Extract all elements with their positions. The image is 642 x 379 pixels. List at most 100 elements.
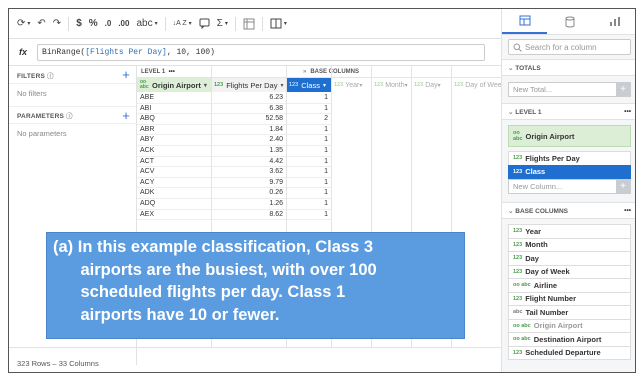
group-drop-zone[interactable]: oo abc Origin Airport — [508, 125, 631, 147]
totals-header[interactable]: ⌄ TOTALS — [502, 59, 635, 76]
chevron-down-icon: ▾ — [359, 82, 363, 89]
base-column-item[interactable]: 123 Month — [508, 237, 631, 252]
currency-label: $ — [76, 18, 82, 29]
sum-button[interactable]: Σ ▾ — [217, 18, 228, 29]
table-cell-airport[interactable]: ACK — [140, 146, 210, 157]
table-cell-cls[interactable]: 1 — [286, 167, 328, 178]
base-column-item-label: Destination Airport — [533, 334, 602, 344]
table-cell-airport[interactable]: ACY — [140, 178, 210, 189]
table-cell-airport[interactable]: AEX — [140, 210, 210, 221]
table-cell-airport[interactable]: ACV — [140, 167, 210, 178]
table-cell-cls[interactable]: 1 — [286, 178, 328, 189]
column-header-base[interactable]: 123 Year ▾ — [331, 78, 371, 92]
column-header-origin-airport[interactable]: oo abc Origin Airport ▾ — [137, 78, 211, 92]
base-column-item[interactable]: 123 Scheduled Departure — [508, 345, 631, 360]
base-column-item[interactable]: 123 Day of Week — [508, 264, 631, 279]
table-cell-cls[interactable]: 1 — [286, 199, 328, 210]
table-cell-airport[interactable]: ABQ — [140, 114, 210, 125]
column-item-class[interactable]: 123 Class — [508, 164, 631, 179]
table-cell-airport[interactable]: ACT — [140, 157, 210, 168]
base-column-item[interactable]: oo abc Airline — [508, 278, 631, 293]
table-cell-cls[interactable]: 1 — [286, 135, 328, 146]
percent-format-button[interactable]: % — [89, 18, 98, 29]
level-section-header[interactable]: ⌄ LEVEL 1 ••• — [502, 103, 635, 120]
base-column-item[interactable]: 123 Year — [508, 224, 631, 239]
column-header-class[interactable]: 123 Class ▾ — [286, 78, 331, 92]
add-column-button[interactable]: + — [616, 180, 630, 193]
table-cell-airport[interactable]: ABY — [140, 135, 210, 146]
add-parameter-button[interactable]: + — [122, 108, 130, 123]
base-menu-icon[interactable]: ••• — [624, 207, 631, 214]
table-cell-fpd[interactable]: 0.26 — [211, 188, 283, 199]
increase-decimal-button[interactable]: .00 — [118, 19, 129, 28]
formula-rest: , 10, 100) — [166, 47, 215, 57]
column-type-dropdown[interactable]: abc ▾ — [136, 18, 157, 29]
table-cell-fpd[interactable]: 3.62 — [211, 167, 283, 178]
table-cell-fpd[interactable]: 1.84 — [211, 125, 283, 136]
table-cell-cls[interactable]: 1 — [286, 188, 328, 199]
sort-button[interactable]: ↓A Z ▾ — [173, 20, 192, 27]
column-header-base[interactable]: 123 Month ▾ — [371, 78, 411, 92]
refresh-button[interactable]: ⟳ ▾ — [17, 18, 30, 29]
sigma-caret: ▾ — [224, 21, 228, 27]
table-cell-cls[interactable]: 1 — [286, 210, 328, 221]
column-header-base[interactable]: 123Day of Week ▾ — [451, 78, 501, 92]
tab-columns[interactable] — [502, 9, 547, 34]
column-search-field[interactable]: Search for a column — [508, 39, 631, 55]
new-column-input[interactable]: New Column... + — [508, 179, 631, 194]
table-cell-fpd[interactable]: 1.35 — [211, 146, 283, 157]
table-cell-cls[interactable]: 1 — [286, 93, 328, 104]
column-header-base[interactable]: 123 Day ▾ — [411, 78, 451, 92]
table-cell-fpd[interactable]: 2.40 — [211, 135, 283, 146]
table-cell-fpd[interactable]: 6.38 — [211, 104, 283, 115]
table-cell-airport[interactable]: ABI — [140, 104, 210, 115]
column-item-flights-per-day[interactable]: 123 Flights Per Day — [508, 151, 631, 166]
add-total-button[interactable]: + — [616, 83, 630, 96]
base-column-item[interactable]: oo abc Destination Airport — [508, 332, 631, 347]
sort-label: ↓A Z — [172, 20, 187, 27]
formula-input[interactable]: BinRange([Flights Per Day], 10, 100) — [37, 43, 486, 61]
new-total-input[interactable]: New Total... + — [508, 82, 631, 97]
base-column-item[interactable]: 123 Day — [508, 251, 631, 266]
table-cell-fpd[interactable]: 8.62 — [211, 210, 283, 221]
insert-column-icon[interactable]: ▾ — [270, 18, 287, 29]
chevron-down-icon: ⌄ — [508, 207, 514, 215]
add-filter-button[interactable]: + — [122, 67, 130, 82]
table-cell-cls[interactable]: 2 — [286, 114, 328, 125]
parameters-header: PARAMETERS ⓘ + — [9, 106, 136, 124]
table-cell-airport[interactable]: ADK — [140, 188, 210, 199]
column-header-flights-per-day[interactable]: 123 Flights Per Day ▾ — [211, 78, 286, 92]
decrease-decimal-button[interactable]: .0 — [105, 19, 112, 28]
table-cell-airport[interactable]: ABR — [140, 125, 210, 136]
table-cell-airport[interactable]: ADQ — [140, 199, 210, 210]
base-column-item[interactable]: 123 Flight Number — [508, 291, 631, 306]
collapse-chevron-icon[interactable]: » — [303, 69, 306, 75]
table-cell-cls[interactable]: 1 — [286, 146, 328, 157]
formula-func: BinRange( — [42, 47, 86, 57]
undo-button[interactable]: ↶ — [37, 18, 45, 29]
database-icon — [565, 16, 574, 27]
table-cell-fpd[interactable]: 9.79 — [211, 178, 283, 189]
level-menu-icon[interactable]: ••• — [169, 69, 175, 75]
table-cell-fpd[interactable]: 52.58 — [211, 114, 283, 125]
currency-format-button[interactable]: $ — [76, 18, 82, 29]
comment-icon[interactable] — [199, 18, 210, 29]
redo-button[interactable]: ↷ — [53, 18, 61, 29]
base-columns-label: BASE COLUMNS — [310, 68, 360, 75]
pivot-icon[interactable] — [243, 18, 255, 30]
table-icon — [519, 15, 530, 26]
level-menu-icon[interactable]: ••• — [624, 108, 631, 115]
base-column-item[interactable]: oo abc Origin Airport — [508, 318, 631, 333]
table-cell-cls[interactable]: 1 — [286, 104, 328, 115]
table-cell-airport[interactable]: ABE — [140, 93, 210, 104]
tab-chart[interactable] — [592, 9, 635, 34]
table-cell-fpd[interactable]: 4.42 — [211, 157, 283, 168]
table-cell-cls[interactable]: 1 — [286, 125, 328, 136]
base-column-item[interactable]: abc Tail Number — [508, 305, 631, 320]
tab-data[interactable] — [547, 9, 592, 34]
chevron-down-icon: ⌄ — [508, 108, 514, 116]
table-cell-cls[interactable]: 1 — [286, 157, 328, 168]
table-cell-fpd[interactable]: 6.23 — [211, 93, 283, 104]
table-cell-fpd[interactable]: 1.26 — [211, 199, 283, 210]
base-columns-section-header[interactable]: ⌄ BASE COLUMNS ••• — [502, 202, 635, 219]
